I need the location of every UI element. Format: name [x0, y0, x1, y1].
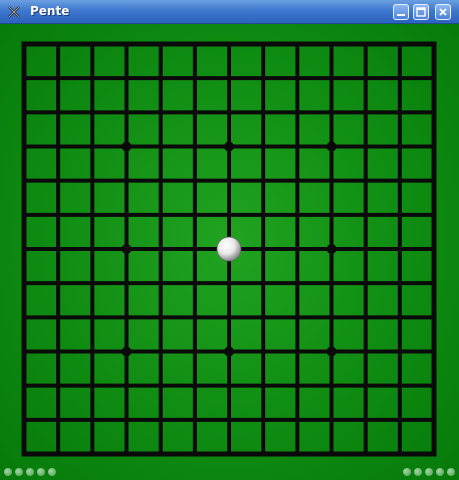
capture-slot-icon: [48, 468, 56, 476]
capture-slot-icon: [447, 468, 455, 476]
capture-slot-icon: [26, 468, 34, 476]
star-point: [224, 346, 234, 357]
capture-slot-icon: [403, 468, 411, 476]
white-stone: [216, 236, 242, 262]
capture-slot-icon: [4, 468, 12, 476]
close-button[interactable]: [435, 4, 451, 20]
capture-slot-icon: [15, 468, 23, 476]
maximize-icon: [416, 7, 426, 17]
title-bar[interactable]: Pente: [0, 0, 459, 24]
pente-window: Pente: [0, 0, 459, 480]
minimize-button[interactable]: [393, 4, 409, 20]
game-area: [0, 24, 459, 480]
star-point: [326, 244, 337, 254]
close-icon: [439, 8, 447, 16]
left-capture-indicator: [4, 468, 56, 476]
capture-slot-icon: [37, 468, 45, 476]
minimize-icon: [397, 14, 405, 16]
star-point: [326, 346, 337, 357]
star-point: [326, 141, 337, 152]
star-point: [121, 346, 132, 357]
star-point: [121, 141, 132, 152]
capture-slot-icon: [436, 468, 444, 476]
maximize-button[interactable]: [413, 4, 429, 20]
right-capture-indicator: [403, 468, 455, 476]
pente-app-icon[interactable]: [6, 4, 22, 20]
star-point: [121, 244, 132, 254]
capture-slot-icon: [414, 468, 422, 476]
pente-board[interactable]: [0, 24, 459, 480]
window-title: Pente: [30, 4, 70, 18]
star-point: [224, 141, 234, 152]
capture-slot-icon: [425, 468, 433, 476]
